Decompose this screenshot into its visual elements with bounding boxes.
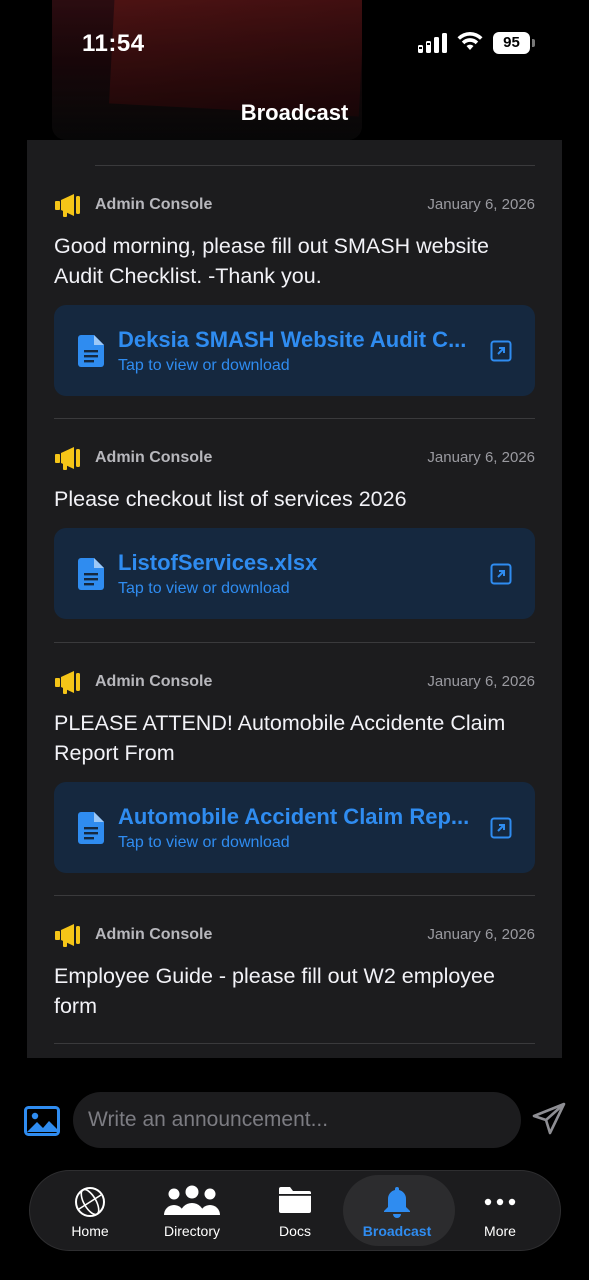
status-bar: 11:54 95 <box>0 0 589 90</box>
attach-image-icon[interactable] <box>24 1106 60 1136</box>
attachment-filename: Automobile Accident Claim Rep... <box>118 804 470 829</box>
post-author: Admin Console <box>95 673 213 690</box>
battery-tip <box>532 39 535 47</box>
megaphone-icon <box>55 194 80 217</box>
tab-broadcast[interactable]: Broadcast <box>343 1171 455 1252</box>
divider <box>54 895 535 896</box>
divider <box>54 642 535 643</box>
cellular-signal-icon <box>418 33 447 53</box>
attachment-card[interactable]: Automobile Accident Claim Rep... Tap to … <box>54 782 535 873</box>
post-header: Admin Console January 6, 2026 <box>54 668 535 698</box>
post-author: Admin Console <box>95 449 213 466</box>
folder-icon <box>279 1187 311 1213</box>
tab-label: Broadcast <box>362 1223 432 1239</box>
broadcast-post: Admin Console January 6, 2026 PLEASE ATT… <box>54 668 535 873</box>
status-time: 11:54 <box>82 30 145 57</box>
post-date: January 6, 2026 <box>427 449 535 466</box>
attachment-hint: Tap to view or download <box>118 580 290 597</box>
post-author: Admin Console <box>95 926 213 943</box>
wifi-icon <box>457 32 483 50</box>
announcement-composer <box>0 1080 589 1160</box>
post-date: January 6, 2026 <box>427 673 535 690</box>
document-icon <box>78 558 104 590</box>
page-title: Broadcast <box>240 100 349 125</box>
post-date: January 6, 2026 <box>427 196 535 213</box>
divider <box>95 165 535 166</box>
megaphone-icon <box>55 924 80 947</box>
tab-directory[interactable]: Directory <box>140 1171 244 1252</box>
broadcast-post: Admin Console January 6, 2026 Good morni… <box>54 191 535 396</box>
post-message: Employee Guide - please fill out W2 empl… <box>54 964 495 1018</box>
more-dots-icon <box>484 1198 516 1206</box>
open-external-icon[interactable] <box>490 817 512 839</box>
battery-level: 95 <box>493 32 530 54</box>
bottom-tab-bar: Home Directory Docs Broadcast More <box>29 1170 561 1251</box>
send-icon[interactable] <box>532 1102 566 1136</box>
post-date: January 6, 2026 <box>427 926 535 943</box>
attachment-hint: Tap to view or download <box>118 357 290 374</box>
document-icon <box>78 812 104 844</box>
attachment-hint: Tap to view or download <box>118 834 290 851</box>
divider <box>54 418 535 419</box>
post-message: PLEASE ATTEND! Automobile Accidente Clai… <box>54 711 506 765</box>
broadcast-feed[interactable]: Admin Console January 6, 2026 Good morni… <box>27 140 562 1058</box>
megaphone-icon <box>55 671 80 694</box>
post-message: Please checkout list of services 2026 <box>54 487 407 511</box>
tab-label: Directory <box>163 1223 220 1239</box>
home-logo-icon <box>75 1187 105 1217</box>
open-external-icon[interactable] <box>490 340 512 362</box>
document-icon <box>78 335 104 367</box>
attachment-filename: ListofServices.xlsx <box>118 550 318 575</box>
attachment-card[interactable]: Deksia SMASH Website Audit C... Tap to v… <box>54 305 535 396</box>
post-header: Admin Console January 6, 2026 <box>54 191 535 221</box>
post-author: Admin Console <box>95 196 213 213</box>
announcement-input[interactable] <box>73 1092 521 1148</box>
tab-label: Docs <box>279 1223 311 1239</box>
post-header: Admin Console January 6, 2026 <box>54 444 535 474</box>
people-icon <box>164 1185 220 1215</box>
broadcast-post: Admin Console January 6, 2026 Employee G… <box>54 921 535 1021</box>
tab-home[interactable]: Home <box>38 1171 142 1252</box>
bell-icon <box>384 1187 410 1218</box>
tab-label: Home <box>71 1223 109 1239</box>
battery-indicator: 95 <box>493 32 535 54</box>
megaphone-icon <box>55 447 80 470</box>
tab-docs[interactable]: Docs <box>243 1171 347 1252</box>
broadcast-post: Admin Console January 6, 2026 Please che… <box>54 444 535 619</box>
post-header: Admin Console January 6, 2026 <box>54 921 535 951</box>
open-external-icon[interactable] <box>490 563 512 585</box>
tab-label: More <box>484 1223 516 1239</box>
attachment-filename: Deksia SMASH Website Audit C... <box>118 327 467 352</box>
tab-more[interactable]: More <box>448 1171 552 1252</box>
post-message: Good morning, please fill out SMASH webs… <box>54 234 489 288</box>
attachment-card[interactable]: ListofServices.xlsx Tap to view or downl… <box>54 528 535 619</box>
divider <box>54 1043 535 1044</box>
